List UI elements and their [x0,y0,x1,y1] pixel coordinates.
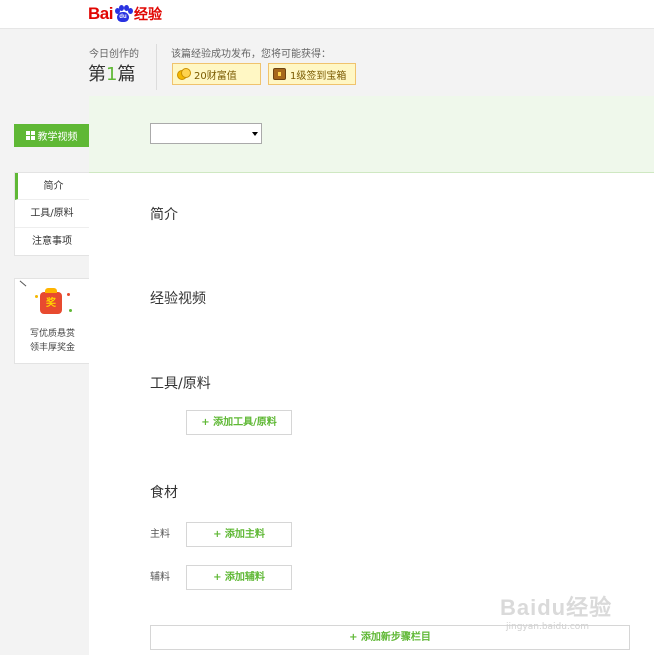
editor-main: 简介 经验视频 工具/原料 + 添加工具/原料 食材 主料 + 添加主料 辅料 … [89,96,654,655]
reward-chest-label: 1级签到宝箱 [290,70,347,82]
baidu-jingyan-logo[interactable]: Bai du 经验 [88,3,162,25]
section-nav-item-notes[interactable]: 注意事项 [15,228,89,255]
logo-bai-text: Bai [88,4,113,23]
add-main-ingredient-button[interactable]: + 添加主料 [186,522,292,547]
reward-wealth-label: 20财富值 [194,70,237,82]
add-side-ingredient-button[interactable]: + 添加辅料 [186,565,292,590]
sparkle-dot [35,295,38,298]
tutorial-video-label: 教学视频 [37,132,78,143]
baidu-paw-icon: du [114,5,133,23]
add-tool-button[interactable]: + 添加工具/原料 [186,410,292,435]
top-bar: Bai du 经验 [0,0,654,29]
promo-line-2: 领丰厚奖金 [29,343,75,353]
logo-jingyan-text: 经验 [133,7,162,23]
tutorial-video-button[interactable]: 教学视频 [14,124,89,147]
section-nav: 简介 工具/原料 注意事项 [14,172,89,256]
coin-icon [177,68,191,80]
section-title-tools: 工具/原料 [150,376,211,392]
section-nav-item-intro[interactable]: 简介 [15,173,89,200]
reward-chest-badge: 1级签到宝箱 [268,63,356,85]
section-title-ingredients: 食材 [150,485,178,501]
today-created-count: 第1篇 [88,60,135,86]
add-step-section-button[interactable]: + 添加新步骤栏目 [150,625,630,650]
today-count-suffix: 篇 [117,64,136,85]
award-icon: 奖 [40,288,62,314]
promo-text: 写优质悬赏 领丰厚奖金 [15,327,90,355]
header-divider [156,44,157,90]
category-select[interactable] [150,123,262,144]
reward-title: 该篇经验成功发布，您将可能获得： [171,49,331,60]
section-title-video: 经验视频 [150,291,206,307]
video-grid-icon [25,131,35,140]
logo-du-text: du [116,12,129,22]
side-ingredient-label: 辅料 [150,572,170,583]
reward-wealth-badge: 20财富值 [172,63,261,85]
main-ingredient-label: 主料 [150,529,170,540]
section-title-intro: 简介 [150,207,178,223]
promo-line-1: 写优质悬赏 [29,329,75,339]
treasure-chest-icon [273,68,286,80]
decorative-stroke [19,280,27,287]
today-count-number: 1 [106,64,118,85]
today-created-label: 今日创作的 [89,49,139,60]
category-band [89,96,654,173]
sparkle-dot [69,309,72,312]
bounty-promo-card[interactable]: 奖 写优质悬赏 领丰厚奖金 [14,278,89,364]
section-nav-item-tools[interactable]: 工具/原料 [15,200,89,228]
today-count-prefix: 第 [88,64,106,85]
chevron-down-icon [252,132,258,136]
sparkle-dot [67,293,70,296]
